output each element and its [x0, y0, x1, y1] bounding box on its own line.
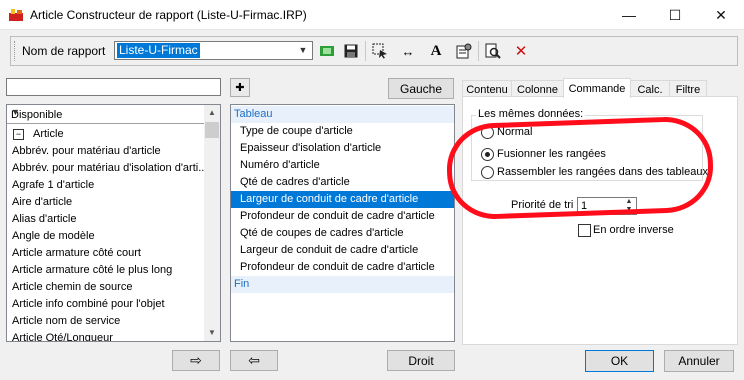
font-icon[interactable]: A	[427, 42, 445, 60]
report-app-icon	[9, 9, 23, 21]
maximize-button[interactable]: ☐	[652, 0, 698, 30]
select-icon[interactable]	[371, 42, 389, 60]
list-item[interactable]: Epaisseur d'isolation d'article	[231, 140, 454, 157]
group-label: Article	[33, 128, 64, 140]
radio-label: Rassembler les rangées dans des tableaux	[497, 166, 708, 178]
list-item[interactable]: Article chemin de source	[12, 279, 132, 296]
list-item[interactable]: Qté de cadres d'article	[231, 174, 454, 191]
save-icon[interactable]	[342, 42, 360, 60]
field-filter-select[interactable]: Disponible ▼	[7, 106, 206, 124]
list-item[interactable]: Largeur de conduit de cadre d'article	[231, 242, 454, 259]
report-name-value: Liste-U-Firmac	[117, 43, 200, 58]
scroll-thumb[interactable]	[205, 122, 219, 138]
list-item[interactable]: Alias d'article	[12, 211, 76, 228]
section-start[interactable]: Tableau	[231, 106, 454, 123]
radio-label: Normal	[497, 126, 533, 138]
list-item[interactable]: Abbrév. pour matériau d'isolation d'arti…	[12, 160, 207, 177]
list-item[interactable]: Abbrév. pour matériau d'article	[12, 143, 161, 160]
toolbar-grip[interactable]	[14, 41, 17, 61]
same-data-title: Les mêmes données:	[476, 108, 586, 120]
radio-button[interactable]	[481, 126, 494, 139]
radio-label: Fusionner les rangées	[497, 148, 606, 160]
close-button[interactable]: ✕	[698, 0, 744, 30]
add-report-icon[interactable]	[318, 42, 336, 60]
toolbar-separator	[478, 41, 479, 61]
preview-icon[interactable]	[484, 42, 502, 60]
scroll-up-icon[interactable]: ▲	[204, 105, 220, 121]
toolbar-separator	[365, 41, 366, 61]
report-toolbar: Nom de rapport Liste-U-Firmac ▼ ↔ A ✕	[10, 36, 738, 66]
reverse-order-label: En ordre inverse	[593, 224, 674, 236]
list-item[interactable]: Numéro d'article	[231, 157, 454, 174]
chevron-down-icon[interactable]: ▼	[11, 107, 203, 117]
list-item[interactable]: Article info combiné pour l'objet	[12, 296, 165, 313]
section-end[interactable]: Fin	[231, 276, 454, 293]
ok-button[interactable]: OK	[585, 350, 654, 372]
sort-priority-spinner[interactable]: 1 ▲ ▼	[577, 197, 637, 215]
cancel-button[interactable]: Annuler	[664, 350, 734, 372]
add-to-report-button[interactable]: ⇨	[172, 350, 220, 371]
list-item[interactable]: Article armature côté court	[12, 245, 141, 262]
list-scrollbar[interactable]: ▲ ▼	[204, 105, 220, 341]
list-item[interactable]: Angle de modèle	[12, 228, 95, 245]
plus-icon: ✚	[235, 82, 245, 94]
list-item[interactable]: Profondeur de conduit de cadre d'article	[231, 259, 454, 276]
list-item[interactable]: Qté de coupes de cadres d'article	[231, 225, 454, 242]
list-item[interactable]: Profondeur de conduit de cadre d'article	[231, 208, 454, 225]
list-item-selected[interactable]: Largeur de conduit de cadre d'article	[231, 191, 454, 208]
remove-from-report-button[interactable]: ⇦	[230, 350, 278, 371]
radio-button-selected[interactable]	[481, 148, 494, 161]
sort-priority-label: Priorité de tri	[511, 199, 574, 211]
list-item[interactable]: Aire d'article	[12, 194, 72, 211]
scroll-down-icon[interactable]: ▼	[204, 325, 220, 341]
settings-icon[interactable]	[455, 42, 473, 60]
droit-button[interactable]: Droit	[387, 350, 455, 371]
available-fields-list[interactable]: Disponible ▼ − Article Abbrév. pour maté…	[6, 104, 221, 342]
list-item[interactable]: Agrafe 1 d'article	[12, 177, 94, 194]
gauche-button[interactable]: Gauche	[388, 78, 454, 99]
delete-icon[interactable]: ✕	[512, 42, 530, 60]
tab-commande[interactable]: Commande	[563, 78, 631, 98]
column-width-icon[interactable]: ↔	[399, 42, 417, 60]
reverse-order-checkbox[interactable]	[578, 224, 591, 237]
list-item[interactable]: Article nom de service	[12, 313, 120, 330]
spin-arrows-icon[interactable]: ▲ ▼	[622, 198, 636, 214]
list-item[interactable]: Type de coupe d'article	[231, 123, 454, 140]
chevron-down-icon[interactable]: ▼	[296, 43, 310, 58]
list-item[interactable]: Article Qté/Longueur	[12, 330, 113, 341]
report-name-select[interactable]: Liste-U-Firmac ▼	[114, 41, 313, 60]
title-bar: Article Constructeur de rapport (Liste-U…	[0, 0, 744, 30]
report-name-label: Nom de rapport	[22, 44, 106, 58]
minimize-button[interactable]: —	[606, 0, 652, 30]
radio-button[interactable]	[481, 166, 494, 179]
report-fields-list[interactable]: Tableau Type de coupe d'article Epaisseu…	[230, 104, 455, 342]
add-field-button[interactable]: ✚	[230, 78, 250, 97]
search-input[interactable]	[6, 78, 221, 96]
list-item[interactable]: Article armature côté le plus long	[12, 262, 172, 279]
collapse-icon[interactable]: −	[13, 129, 24, 140]
window-title: Article Constructeur de rapport (Liste-U…	[30, 8, 307, 22]
sort-priority-value: 1	[581, 200, 588, 212]
